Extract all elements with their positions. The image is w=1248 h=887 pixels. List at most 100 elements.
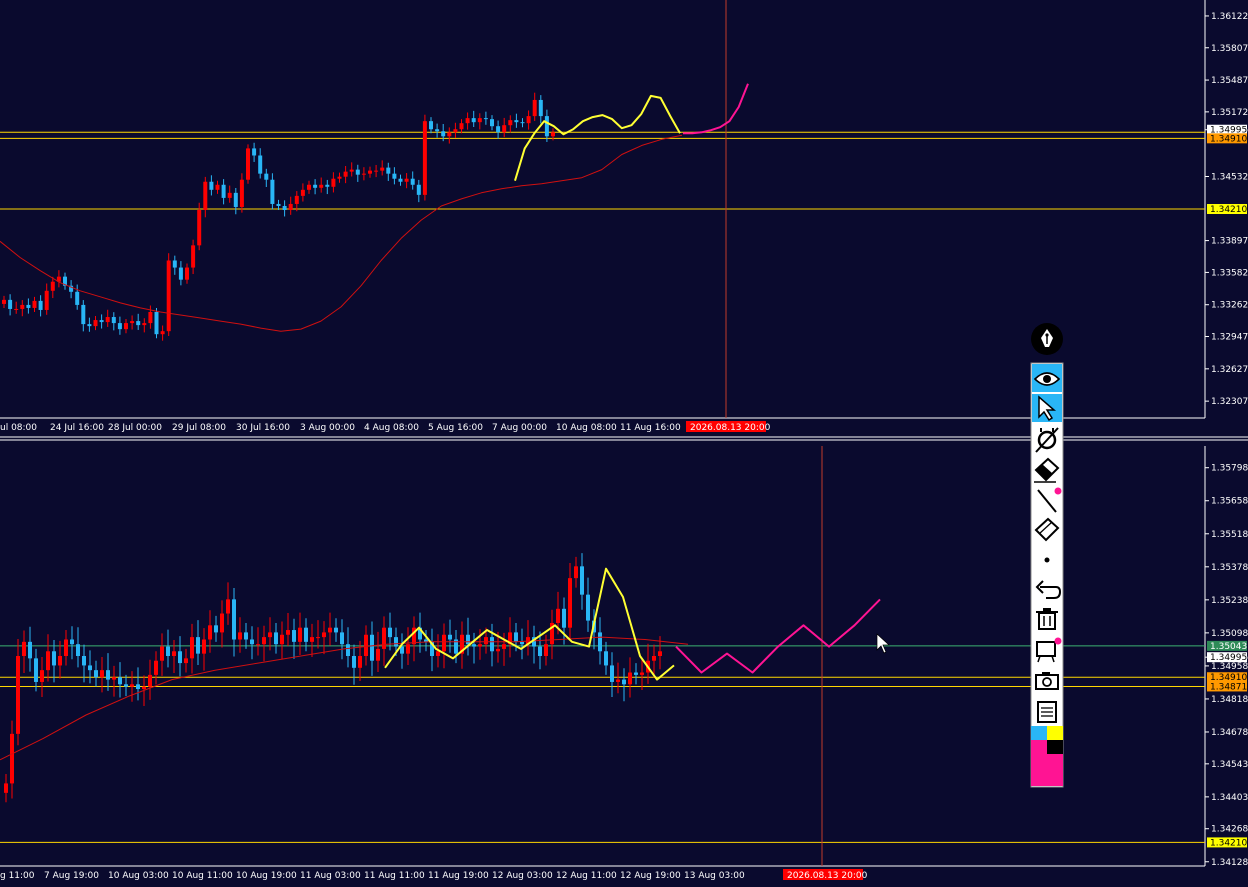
candle-body[interactable] — [520, 641, 524, 645]
candle-body[interactable] — [658, 651, 662, 656]
candle-body[interactable] — [38, 300, 43, 310]
candle-body[interactable] — [99, 320, 104, 323]
candle-body[interactable] — [136, 321, 141, 326]
candle-body[interactable] — [112, 677, 116, 680]
candle-body[interactable] — [562, 608, 566, 628]
candle-body[interactable] — [280, 634, 284, 645]
candle-body[interactable] — [398, 178, 403, 182]
candle-body[interactable] — [250, 639, 254, 645]
candle-body[interactable] — [130, 321, 135, 324]
candle-body[interactable] — [256, 644, 260, 646]
candle-body[interactable] — [94, 670, 98, 678]
candle-body[interactable] — [634, 672, 638, 675]
candle-body[interactable] — [568, 578, 572, 628]
candle-body[interactable] — [184, 658, 188, 664]
candle-body[interactable] — [190, 637, 194, 659]
candle-body[interactable] — [465, 118, 470, 124]
candle-body[interactable] — [416, 184, 421, 195]
candle-body[interactable] — [471, 118, 476, 123]
candle-body[interactable] — [142, 686, 146, 690]
candle-body[interactable] — [325, 184, 330, 187]
candle-body[interactable] — [148, 674, 152, 687]
candle-body[interactable] — [64, 639, 68, 656]
candle-body[interactable] — [136, 684, 140, 690]
candle-body[interactable] — [32, 300, 37, 308]
candle-body[interactable] — [160, 646, 164, 661]
candle-body[interactable] — [355, 169, 360, 175]
candle-body[interactable] — [105, 317, 110, 323]
candle-body[interactable] — [50, 281, 55, 291]
candle-body[interactable] — [508, 120, 513, 126]
candle-body[interactable] — [221, 184, 226, 198]
candle-body[interactable] — [477, 118, 482, 123]
candle-body[interactable] — [2, 299, 6, 304]
candle-body[interactable] — [392, 173, 397, 179]
candle-body[interactable] — [185, 267, 189, 280]
candle-body[interactable] — [208, 625, 212, 640]
candle-body[interactable] — [652, 656, 656, 661]
candle-body[interactable] — [44, 290, 49, 310]
candle-body[interactable] — [300, 189, 305, 196]
candle-body[interactable] — [166, 260, 171, 332]
candle-body[interactable] — [178, 651, 182, 664]
candle-body[interactable] — [46, 651, 50, 671]
candle-body[interactable] — [82, 656, 86, 666]
candle-body[interactable] — [556, 608, 560, 623]
candle-body[interactable] — [76, 644, 80, 656]
candle-body[interactable] — [313, 184, 318, 188]
candle-body[interactable] — [441, 131, 446, 137]
candle-body[interactable] — [343, 171, 348, 177]
candle-body[interactable] — [220, 613, 224, 633]
candle-body[interactable] — [388, 627, 392, 638]
candle-body[interactable] — [514, 632, 518, 642]
candle-body[interactable] — [448, 634, 452, 640]
candle-body[interactable] — [202, 639, 206, 654]
candle-body[interactable] — [346, 644, 350, 656]
pen-logo-icon[interactable] — [1031, 323, 1063, 355]
candle-body[interactable] — [496, 126, 501, 133]
candle-body[interactable] — [484, 637, 488, 645]
candle-body[interactable] — [478, 644, 482, 647]
candle-body[interactable] — [154, 311, 159, 335]
candle-body[interactable] — [20, 304, 25, 309]
candle-body[interactable] — [160, 331, 165, 335]
candle-body[interactable] — [352, 656, 356, 668]
candle-body[interactable] — [502, 644, 506, 649]
candle-body[interactable] — [148, 311, 153, 324]
candle-body[interactable] — [264, 173, 269, 180]
candle-body[interactable] — [34, 658, 38, 682]
candle-body[interactable] — [538, 99, 543, 117]
candle-body[interactable] — [304, 627, 308, 642]
candle-body[interactable] — [370, 634, 374, 661]
candle-body[interactable] — [490, 119, 494, 127]
candle-body[interactable] — [233, 192, 238, 207]
candle-body[interactable] — [374, 170, 379, 172]
candle-body[interactable] — [58, 656, 62, 666]
candle-body[interactable] — [622, 679, 626, 685]
candle-body[interactable] — [334, 627, 338, 633]
candle-body[interactable] — [526, 116, 531, 124]
candle-body[interactable] — [75, 291, 80, 305]
candle-body[interactable] — [604, 651, 608, 666]
candle-body[interactable] — [380, 167, 385, 171]
candle-body[interactable] — [436, 651, 440, 656]
candle-body[interactable] — [340, 632, 344, 645]
candle-body[interactable] — [544, 644, 548, 656]
candle-body[interactable] — [288, 203, 293, 211]
candle-body[interactable] — [274, 632, 278, 645]
candle-body[interactable] — [124, 684, 128, 687]
candle-body[interactable] — [93, 320, 98, 327]
candle-body[interactable] — [394, 637, 398, 647]
candle-body[interactable] — [100, 670, 104, 678]
candle-body[interactable] — [551, 132, 555, 137]
candle-body[interactable] — [316, 637, 320, 639]
color-palette[interactable] — [1031, 726, 1063, 786]
candle-body[interactable] — [70, 639, 74, 645]
candle-body[interactable] — [294, 195, 299, 204]
candle-body[interactable] — [106, 670, 110, 680]
candle-body[interactable] — [178, 267, 183, 280]
candle-body[interactable] — [196, 637, 200, 654]
candle-body[interactable] — [214, 625, 218, 633]
candle-body[interactable] — [252, 148, 257, 156]
candle-body[interactable] — [349, 169, 354, 172]
